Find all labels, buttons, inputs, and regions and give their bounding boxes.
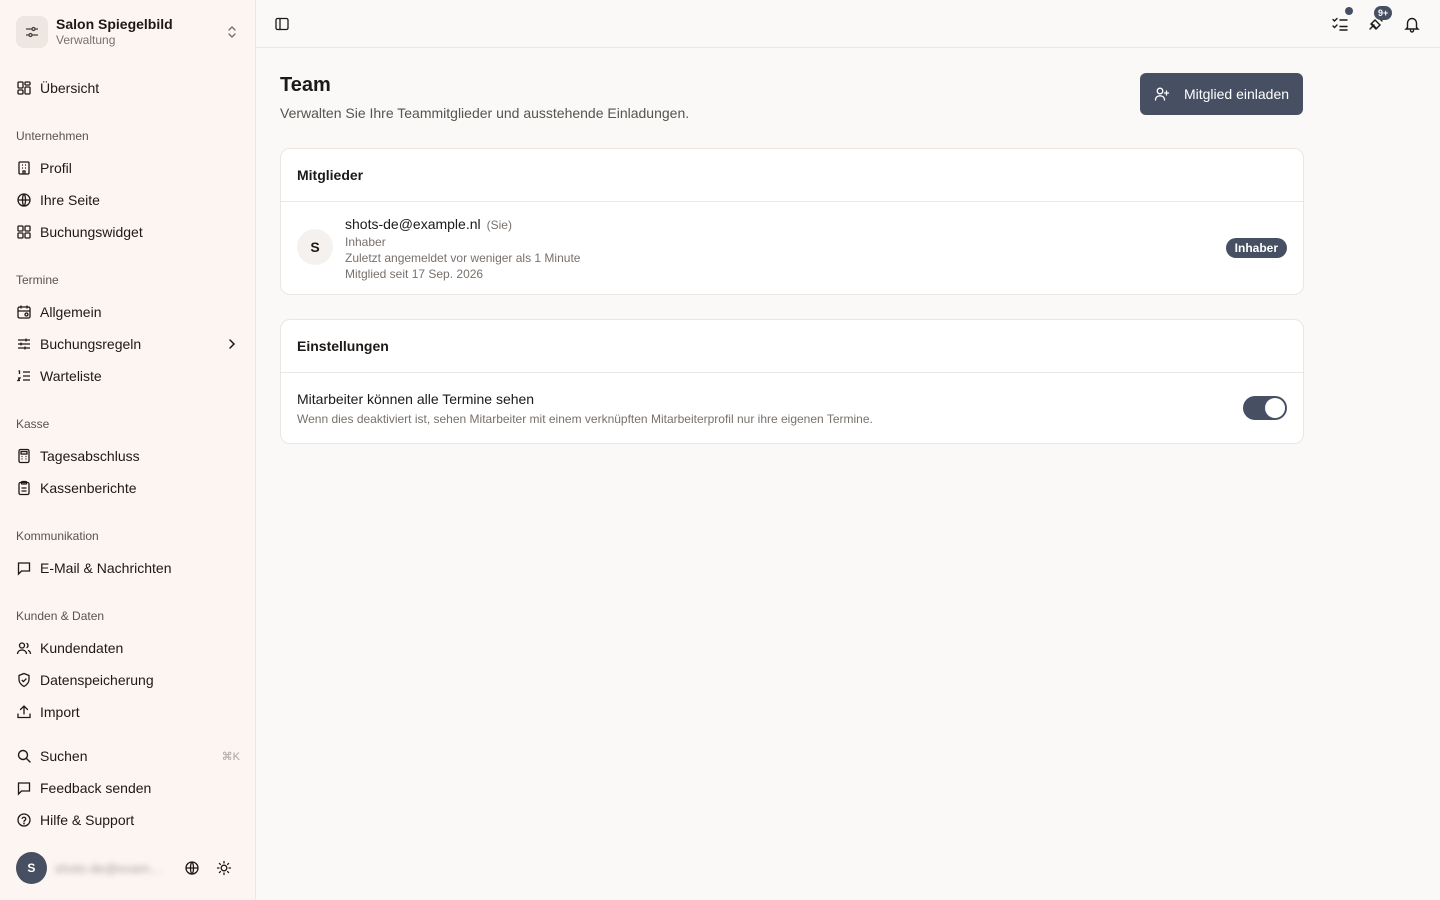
org-name: Salon Spiegelbild — [56, 16, 173, 32]
topbar: 9+ — [256, 0, 1440, 48]
section-label-cash: Kasse — [16, 417, 50, 431]
sidebar-item-general[interactable]: Allgemein — [8, 298, 248, 326]
user-email: shots-de@exam... — [54, 860, 161, 876]
bell-icon[interactable] — [1398, 10, 1426, 38]
members-card: Mitglieder S shots-de@example.nl (Sie) In… — [280, 148, 1304, 295]
section-label-appointments: Termine — [16, 273, 59, 287]
sidebar-item-booking-widget[interactable]: Buchungswidget — [8, 218, 248, 246]
upload-icon — [16, 704, 32, 720]
globe-icon — [16, 192, 32, 208]
tasks-icon[interactable] — [1326, 7, 1354, 38]
user-menu[interactable]: S shots-de@exam... — [8, 848, 248, 888]
dashboard-icon — [16, 80, 32, 96]
sidebar-item-overview[interactable]: Übersicht — [8, 74, 248, 102]
sidebar-toggle-icon[interactable] — [268, 10, 296, 38]
sidebar-item-label: Kassenberichte — [40, 480, 137, 496]
search-icon — [16, 748, 32, 764]
shield-check-icon — [16, 672, 32, 688]
sidebar-item-label: Buchungswidget — [40, 224, 143, 240]
invite-member-label: Mitglied einladen — [1183, 86, 1290, 102]
globe-icon[interactable] — [176, 852, 208, 884]
sidebar-item-label: Buchungsregeln — [40, 336, 142, 352]
sidebar-item-label: Suchen — [40, 748, 88, 764]
building-icon — [16, 160, 32, 176]
user-plus-icon — [1154, 86, 1170, 102]
chevron-right-icon — [224, 336, 240, 352]
calculator-icon — [16, 448, 32, 464]
message-square-icon — [16, 780, 32, 796]
page-title: Team — [280, 74, 331, 96]
sun-icon[interactable] — [208, 852, 240, 884]
member-since: Mitglied seit 17 Sep. 2026 — [345, 267, 484, 281]
sidebar-item-email-messages[interactable]: E-Mail & Nachrichten — [8, 554, 248, 582]
member-you-label: (Sie) — [486, 218, 512, 232]
avatar: S — [16, 852, 47, 884]
sidebar-item-label: Datenspeicherung — [40, 672, 154, 688]
org-role: Verwaltung — [56, 33, 116, 47]
calendar-icon — [16, 304, 32, 320]
sliders-icon — [16, 336, 32, 352]
sidebar-item-label: Allgemein — [40, 304, 102, 320]
sidebar-item-label: Ihre Seite — [40, 192, 100, 208]
org-switcher[interactable]: Salon Spiegelbild Verwaltung — [8, 8, 248, 56]
announcements-icon[interactable]: 9+ — [1362, 6, 1393, 38]
notification-count-badge: 9+ — [1374, 6, 1393, 20]
sidebar-item-waitlist[interactable]: Warteliste — [8, 362, 248, 390]
invite-member-button[interactable]: Mitglied einladen — [1140, 73, 1303, 115]
sidebar-item-booking-rules[interactable]: Buchungsregeln — [8, 330, 248, 358]
clipboard-icon — [16, 480, 32, 496]
sidebar-item-profile[interactable]: Profil — [8, 154, 248, 182]
section-label-company: Unternehmen — [16, 129, 89, 143]
members-heading: Mitglieder — [281, 149, 1303, 202]
message-square-icon — [16, 560, 32, 576]
setting-row: Mitarbeiter können alle Termine sehen We… — [281, 373, 1303, 443]
sidebar-item-cash-reports[interactable]: Kassenberichte — [8, 474, 248, 502]
main-content: 9+ Team Verwalten Sie Ihre Teammitgliede… — [256, 0, 1440, 900]
settings-card: Einstellungen Mitarbeiter können alle Te… — [280, 319, 1304, 444]
sidebar-item-label: Hilfe & Support — [40, 812, 135, 828]
sidebar-item-label: Feedback senden — [40, 780, 152, 796]
sidebar-item-label: Tagesabschluss — [40, 448, 140, 464]
sidebar-item-label: Profil — [40, 160, 72, 176]
sidebar-item-your-page[interactable]: Ihre Seite — [8, 186, 248, 214]
page-subtitle: Verwalten Sie Ihre Teammitglieder und au… — [280, 105, 690, 121]
sidebar-item-label: Warteliste — [40, 368, 102, 384]
grid-icon — [16, 224, 32, 240]
sidebar-item-label: Kundendaten — [40, 640, 124, 656]
help-circle-icon — [16, 812, 32, 828]
avatar: S — [297, 229, 333, 265]
chevrons-up-down-icon — [224, 24, 240, 40]
sidebar-item-label: Import — [40, 704, 80, 720]
toggle-knob — [1265, 398, 1285, 418]
sidebar-item-search[interactable]: Suchen ⌘K — [8, 742, 248, 770]
member-email-line: shots-de@example.nl (Sie) — [345, 216, 512, 232]
see-all-appointments-toggle[interactable] — [1243, 396, 1287, 420]
sidebar-item-import[interactable]: Import — [8, 698, 248, 726]
section-label-customers: Kunden & Daten — [16, 609, 105, 623]
setting-description: Wenn dies deaktiviert ist, sehen Mitarbe… — [297, 412, 873, 426]
settings-heading: Einstellungen — [281, 320, 1303, 373]
sidebar: Salon Spiegelbild Verwaltung Übersicht U… — [0, 0, 256, 900]
sidebar-item-data-storage[interactable]: Datenspeicherung — [8, 666, 248, 694]
member-last-login: Zuletzt angemeldet vor weniger als 1 Min… — [345, 251, 581, 265]
setting-title: Mitarbeiter können alle Termine sehen — [297, 391, 535, 407]
list-ordered-icon — [16, 368, 32, 384]
sidebar-item-label: Übersicht — [40, 80, 100, 96]
org-logo-icon — [16, 16, 48, 48]
member-email: shots-de@example.nl — [345, 216, 481, 232]
sidebar-item-customer-data[interactable]: Kundendaten — [8, 634, 248, 662]
sidebar-item-feedback[interactable]: Feedback senden — [8, 774, 248, 802]
users-icon — [16, 640, 32, 656]
sidebar-item-label: E-Mail & Nachrichten — [40, 560, 172, 576]
section-label-communication: Kommunikation — [16, 529, 99, 543]
status-badge: Inhaber — [1225, 238, 1287, 258]
sidebar-item-help[interactable]: Hilfe & Support — [8, 806, 248, 834]
list-item: S shots-de@example.nl (Sie) Inhaber Zulet… — [281, 202, 1303, 294]
tasks-indicator-dot — [1345, 7, 1353, 15]
search-shortcut: ⌘K — [221, 750, 240, 763]
sidebar-item-daily-closing[interactable]: Tagesabschluss — [8, 442, 248, 470]
member-role: Inhaber — [345, 235, 386, 249]
